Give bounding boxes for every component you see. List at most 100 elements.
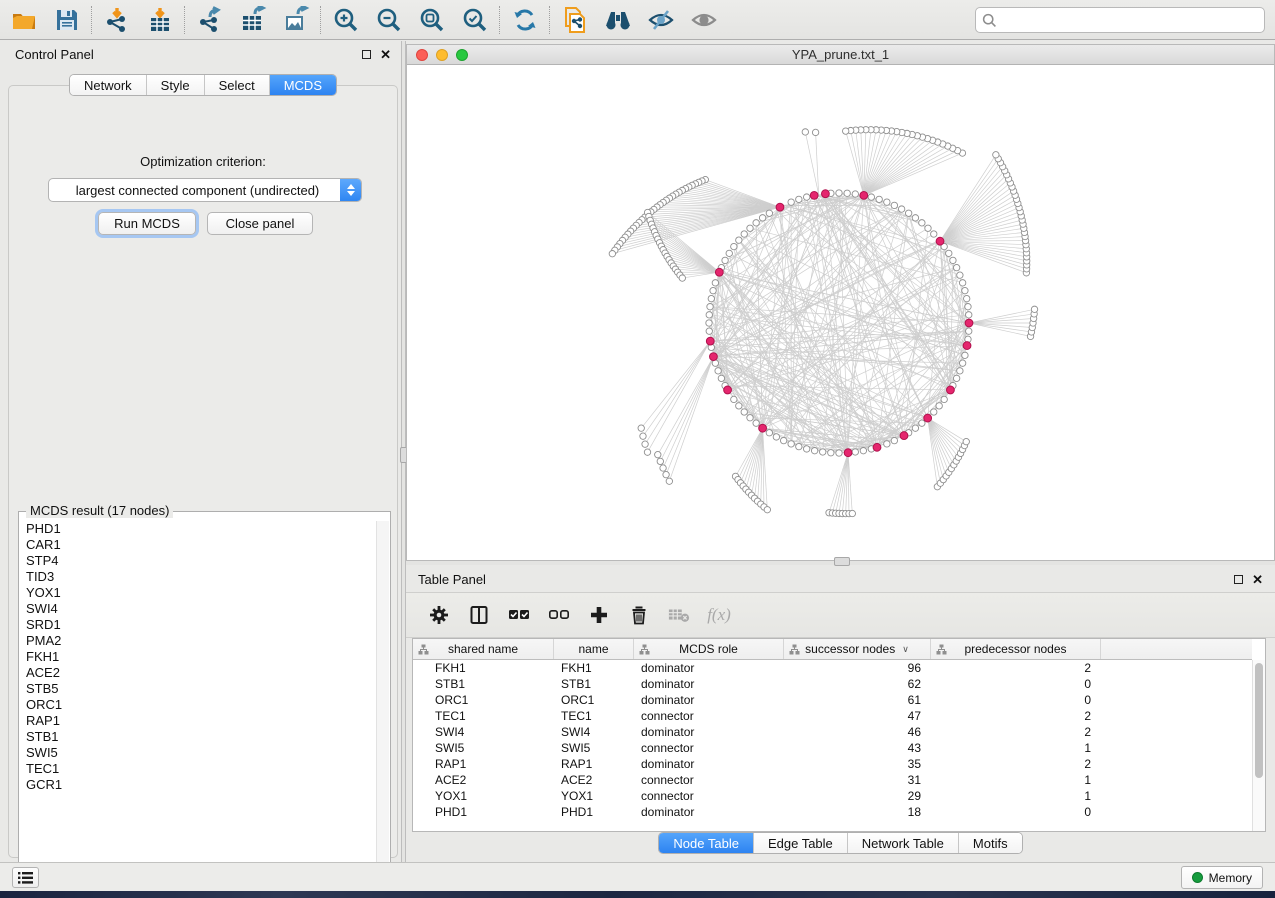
show-all-button[interactable] (682, 3, 725, 37)
show-columns-icon[interactable] (468, 604, 490, 626)
table-scrollbar[interactable] (1252, 660, 1265, 831)
table-cell: YOX1 (413, 788, 554, 804)
mcds-result-item[interactable]: SWI4 (26, 601, 376, 617)
mcds-list-scrollbar[interactable] (376, 521, 389, 881)
column-header-name[interactable]: name (554, 639, 634, 659)
search-input[interactable] (1002, 13, 1258, 28)
network-canvas[interactable] (407, 65, 1274, 560)
table-cell: TEC1 (554, 708, 634, 724)
tab-node-table[interactable]: Node Table (659, 833, 754, 853)
new-network-from-selection-button[interactable] (553, 3, 596, 37)
tab-network[interactable]: Network (70, 75, 147, 95)
table-cell: 43 (784, 740, 931, 756)
refresh-icon (511, 6, 539, 34)
table-cell: 1 (931, 740, 1101, 756)
mcds-result-item[interactable]: RAP1 (26, 713, 376, 729)
column-label: name (578, 642, 608, 656)
table-scrollbar-thumb[interactable] (1255, 663, 1263, 778)
horizontal-splitter[interactable] (406, 561, 1275, 565)
export-table-button[interactable] (231, 3, 274, 37)
table-row[interactable]: YOX1YOX1connector291 (413, 788, 1252, 804)
add-column-icon[interactable] (588, 604, 610, 626)
column-header-successor-nodes[interactable]: successor nodes ∨ (784, 639, 931, 659)
table-cell: ORC1 (413, 692, 554, 708)
criterion-dropdown[interactable]: largest connected component (undirected) (48, 178, 362, 202)
task-history-button[interactable] (12, 867, 39, 888)
column-label: successor nodes (805, 642, 895, 656)
export-network-button[interactable] (188, 3, 231, 37)
tab-edge-table[interactable]: Edge Table (754, 833, 848, 853)
mcds-result-item[interactable]: TID3 (26, 569, 376, 585)
table-row[interactable]: PHD1PHD1dominator180 (413, 804, 1252, 820)
mcds-result-item[interactable]: SWI5 (26, 745, 376, 761)
export-image-button[interactable] (274, 3, 317, 37)
column-header-mcds-role[interactable]: MCDS role (634, 639, 784, 659)
tab-mcds[interactable]: MCDS (270, 75, 336, 95)
zoom-fit-button[interactable] (410, 3, 453, 37)
table-row[interactable]: SWI5SWI5connector431 (413, 740, 1252, 756)
horizontal-splitter-handle[interactable] (834, 557, 850, 566)
import-table-button[interactable] (138, 3, 181, 37)
column-header-predecessor-nodes[interactable]: predecessor nodes (931, 639, 1101, 659)
save-session-button[interactable] (45, 3, 88, 37)
table-mode-gear-icon[interactable] (428, 604, 450, 626)
delete-columns-icon[interactable] (628, 604, 650, 626)
mcds-result-item[interactable]: ORC1 (26, 697, 376, 713)
table-header: shared name name MCDS role successor nod… (413, 639, 1252, 660)
close-table-panel-icon[interactable]: ✕ (1252, 573, 1263, 586)
close-panel-icon[interactable]: ✕ (380, 48, 391, 61)
zoom-out-button[interactable] (367, 3, 410, 37)
mcds-result-item[interactable]: ACE2 (26, 665, 376, 681)
float-table-panel-icon[interactable] (1234, 575, 1243, 584)
main-toolbar (0, 0, 1275, 40)
table-row[interactable]: SWI4SWI4dominator462 (413, 724, 1252, 740)
refresh-button[interactable] (503, 3, 546, 37)
table-cell: YOX1 (554, 788, 634, 804)
table-cell: 46 (784, 724, 931, 740)
table-row[interactable]: FKH1FKH1dominator962 (413, 660, 1252, 676)
tab-motifs[interactable]: Motifs (959, 833, 1022, 853)
sort-chevron-icon[interactable]: ∨ (902, 644, 909, 655)
table-cell: FKH1 (554, 660, 634, 676)
mcds-result-list[interactable]: PHD1CAR1STP4TID3YOX1SWI4SRD1PMA2FKH1ACE2… (20, 521, 376, 881)
close-panel-button[interactable]: Close panel (207, 212, 313, 235)
hide-selected-button[interactable] (639, 3, 682, 37)
mcds-result-item[interactable]: STB1 (26, 729, 376, 745)
toolbar-separator (320, 6, 321, 34)
mcds-result-item[interactable]: CAR1 (26, 537, 376, 553)
mcds-result-item[interactable]: FKH1 (26, 649, 376, 665)
table-row[interactable]: ORC1ORC1dominator610 (413, 692, 1252, 708)
mcds-result-item[interactable]: STB5 (26, 681, 376, 697)
mcds-result-item[interactable]: STP4 (26, 553, 376, 569)
table-row[interactable]: STB1STB1dominator620 (413, 676, 1252, 692)
run-mcds-button[interactable]: Run MCDS (98, 212, 196, 235)
network-view-window: YPA_prune.txt_1 (406, 44, 1275, 561)
memory-button[interactable]: Memory (1181, 866, 1263, 889)
mcds-result-item[interactable]: TEC1 (26, 761, 376, 777)
table-row[interactable]: RAP1RAP1dominator352 (413, 756, 1252, 772)
tab-select[interactable]: Select (205, 75, 270, 95)
table-row[interactable]: TEC1TEC1connector472 (413, 708, 1252, 724)
zoom-selected-button[interactable] (453, 3, 496, 37)
mcds-result-item[interactable]: YOX1 (26, 585, 376, 601)
table-cell: connector (634, 788, 784, 804)
mcds-result-item[interactable]: GCR1 (26, 777, 376, 793)
import-network-button[interactable] (95, 3, 138, 37)
network-window-titlebar[interactable]: YPA_prune.txt_1 (407, 45, 1274, 65)
column-header-shared-name[interactable]: shared name (413, 639, 554, 659)
mcds-result-item[interactable]: PHD1 (26, 521, 376, 537)
deselect-all-rows-icon[interactable] (548, 604, 570, 626)
mcds-result-item[interactable]: PMA2 (26, 633, 376, 649)
float-panel-icon[interactable] (362, 50, 371, 59)
open-session-button[interactable] (2, 3, 45, 37)
select-all-rows-icon[interactable] (508, 604, 530, 626)
first-neighbors-button[interactable] (596, 3, 639, 37)
mcds-result-item[interactable]: SRD1 (26, 617, 376, 633)
tab-network-table[interactable]: Network Table (848, 833, 959, 853)
tab-style[interactable]: Style (147, 75, 205, 95)
zoom-in-button[interactable] (324, 3, 367, 37)
table-row[interactable]: ACE2ACE2connector311 (413, 772, 1252, 788)
toolbar-separator (91, 6, 92, 34)
toolbar-search[interactable] (975, 7, 1265, 33)
table-cell: 2 (931, 724, 1101, 740)
